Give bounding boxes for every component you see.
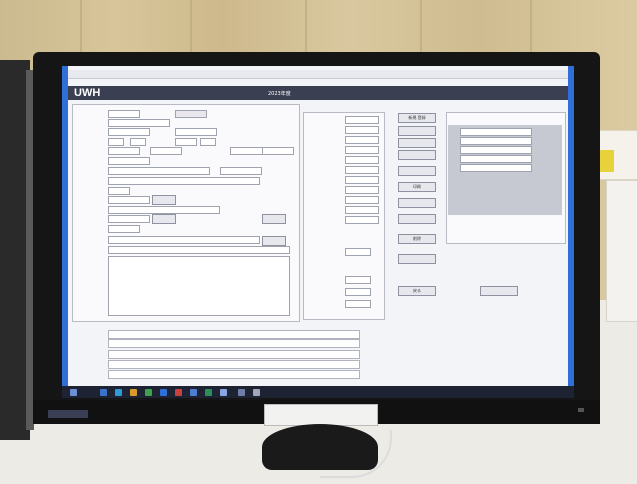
grid-row bbox=[108, 330, 360, 339]
form-button[interactable] bbox=[262, 214, 286, 224]
action-button[interactable] bbox=[398, 214, 436, 224]
action-button[interactable] bbox=[398, 254, 436, 264]
register-button[interactable]: 新規 登録 bbox=[398, 113, 436, 123]
input-field[interactable] bbox=[108, 246, 290, 254]
taskbar bbox=[62, 386, 574, 398]
input-field[interactable] bbox=[345, 126, 379, 134]
input-field[interactable] bbox=[345, 248, 371, 256]
input-field[interactable] bbox=[345, 288, 371, 296]
delete-button[interactable]: 削除 bbox=[398, 234, 436, 244]
app-icon[interactable] bbox=[115, 389, 122, 396]
app-icon[interactable] bbox=[145, 389, 152, 396]
input-field[interactable] bbox=[345, 216, 379, 224]
input-field[interactable] bbox=[345, 166, 379, 174]
grid-row bbox=[108, 370, 360, 379]
app-logo: UWH bbox=[74, 87, 101, 99]
input-field[interactable] bbox=[108, 225, 140, 233]
input-field[interactable] bbox=[220, 167, 262, 175]
input-field[interactable] bbox=[345, 186, 379, 194]
input-field[interactable] bbox=[108, 119, 170, 127]
form-button[interactable] bbox=[152, 195, 176, 205]
list-button[interactable] bbox=[480, 286, 518, 296]
header-year: 2023年度 bbox=[268, 91, 291, 97]
app-icon[interactable] bbox=[160, 389, 167, 396]
input-field[interactable] bbox=[108, 206, 220, 214]
grid-row bbox=[108, 350, 360, 359]
app-header: UWH 2023年度 bbox=[68, 86, 568, 100]
input-field[interactable] bbox=[175, 110, 207, 118]
input-field[interactable] bbox=[108, 128, 150, 136]
input-field[interactable] bbox=[345, 136, 379, 144]
action-button[interactable] bbox=[398, 150, 436, 160]
monitor-sticker bbox=[264, 404, 378, 426]
action-button[interactable] bbox=[398, 138, 436, 148]
app-icon[interactable] bbox=[100, 389, 107, 396]
input-field[interactable] bbox=[108, 167, 210, 175]
list-item[interactable] bbox=[460, 128, 532, 136]
grid-row bbox=[108, 339, 360, 348]
print-button[interactable]: 印刷 bbox=[398, 182, 436, 192]
list-item[interactable] bbox=[460, 155, 532, 163]
input-field[interactable] bbox=[262, 147, 294, 155]
right-white-object bbox=[606, 180, 637, 322]
input-field[interactable] bbox=[345, 146, 379, 154]
input-field[interactable] bbox=[108, 138, 124, 146]
action-button[interactable] bbox=[398, 198, 436, 208]
input-field[interactable] bbox=[108, 236, 260, 244]
app-icon[interactable] bbox=[238, 389, 245, 396]
action-button[interactable] bbox=[398, 126, 436, 136]
input-field[interactable] bbox=[175, 128, 217, 136]
input-field[interactable] bbox=[130, 138, 146, 146]
window-border-left bbox=[62, 66, 68, 396]
input-field[interactable] bbox=[175, 138, 197, 146]
form-button[interactable] bbox=[152, 214, 176, 224]
list-item[interactable] bbox=[460, 164, 532, 172]
window-border-right bbox=[568, 66, 574, 396]
input-field[interactable] bbox=[108, 177, 260, 185]
window-titlebar bbox=[68, 70, 568, 79]
app-icon[interactable] bbox=[190, 389, 197, 396]
notes-textarea[interactable] bbox=[108, 256, 290, 316]
app-icon[interactable] bbox=[253, 389, 260, 396]
form-button[interactable] bbox=[262, 236, 286, 246]
input-field[interactable] bbox=[200, 138, 216, 146]
app-icon[interactable] bbox=[205, 389, 212, 396]
input-field[interactable] bbox=[108, 157, 150, 165]
input-field[interactable] bbox=[108, 196, 150, 204]
input-field[interactable] bbox=[345, 206, 379, 214]
power-led bbox=[578, 408, 584, 412]
grid-row bbox=[108, 360, 360, 369]
input-field[interactable] bbox=[345, 276, 371, 284]
input-field[interactable] bbox=[345, 176, 379, 184]
input-field[interactable] bbox=[108, 187, 130, 195]
input-field[interactable] bbox=[345, 300, 371, 308]
app-icon[interactable] bbox=[220, 389, 227, 396]
yellow-tag bbox=[600, 150, 614, 172]
input-field[interactable] bbox=[345, 156, 379, 164]
input-field[interactable] bbox=[108, 110, 140, 118]
input-field[interactable] bbox=[345, 196, 379, 204]
input-field[interactable] bbox=[108, 147, 140, 155]
monitor-brand-label bbox=[48, 410, 88, 418]
back-button[interactable]: 戻る bbox=[398, 286, 436, 296]
input-field[interactable] bbox=[345, 116, 379, 124]
input-field[interactable] bbox=[108, 215, 150, 223]
list-item[interactable] bbox=[460, 146, 532, 154]
app-icon[interactable] bbox=[175, 389, 182, 396]
folder-icon[interactable] bbox=[130, 389, 137, 396]
list-item[interactable] bbox=[460, 137, 532, 145]
action-button[interactable] bbox=[398, 166, 436, 176]
input-field[interactable] bbox=[150, 147, 182, 155]
start-icon[interactable] bbox=[70, 389, 77, 396]
